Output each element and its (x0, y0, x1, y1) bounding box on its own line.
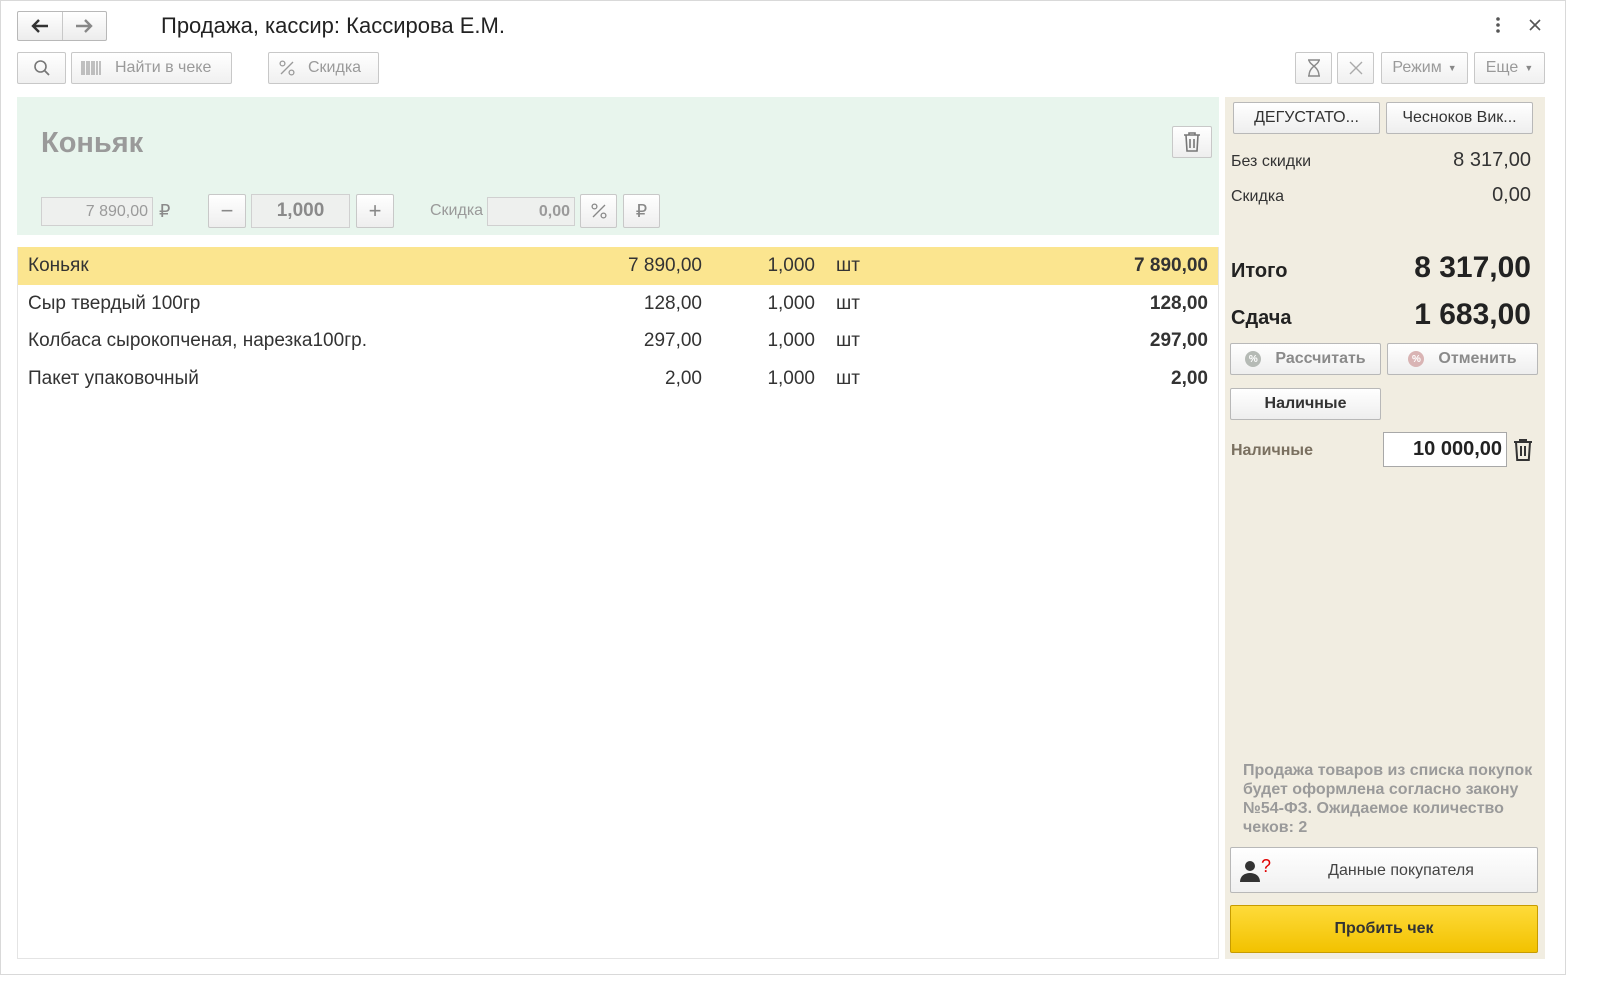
item-price: 128,00 (643, 292, 702, 314)
chevron-down-icon: ▼ (1447, 63, 1457, 73)
item-sum: 7 890,00 (1134, 255, 1208, 276)
item-name: Колбаса сырокопченая, нарезка100гр. (28, 330, 367, 351)
forward-button[interactable] (61, 12, 107, 40)
arrow-right-icon (76, 19, 93, 33)
item-unit: шт (836, 292, 860, 314)
currency-label: ₽ (159, 201, 171, 221)
percent-icon (279, 60, 295, 76)
calculate-button[interactable]: % Рассчитать (1230, 343, 1381, 375)
more-vertical-icon[interactable] (1488, 15, 1508, 35)
item-name: Сыр твердый 100гр (28, 292, 201, 314)
item-name: Коньяк (28, 255, 89, 276)
product-name: Коньяк (41, 127, 144, 159)
calculate-label: Рассчитать (1275, 350, 1366, 367)
change-row: Сдача 1 683,00 (1231, 298, 1531, 332)
find-in-check-button[interactable]: Найти в чеке (71, 52, 232, 84)
table-row[interactable]: Коньяк 7 890,00 1,000 шт 7 890,00 (18, 247, 1218, 285)
deferred-check-button[interactable] (1295, 52, 1332, 84)
close-icon (1349, 61, 1362, 75)
print-check-button[interactable]: Пробить чек (1230, 905, 1538, 953)
table-row[interactable]: Сыр твердый 100гр 128,00 1,000 шт 128,00 (18, 285, 1218, 323)
cancel-check-button[interactable] (1337, 52, 1374, 84)
table-row[interactable]: Пакет упаковочный 2,00 1,000 шт 2,00 (18, 360, 1218, 398)
buyer-data-label: Данные покупателя (1328, 862, 1474, 879)
cancel-label: Отменить (1438, 350, 1517, 367)
item-sum: 128,00 (1149, 292, 1208, 314)
hourglass-icon (1307, 59, 1320, 77)
item-name: Пакет упаковочный (28, 367, 199, 389)
buyer-data-button[interactable]: ? Данные покупателя (1230, 847, 1538, 893)
delete-item-button[interactable] (1172, 126, 1212, 158)
barcode-icon (81, 61, 101, 75)
tasting-button[interactable]: ДЕГУСТАТО... (1233, 102, 1380, 134)
more-dropdown[interactable]: Еще ▼ (1474, 52, 1545, 84)
item-price: 2,00 (665, 367, 702, 389)
item-quantity: 1,000 (767, 367, 815, 389)
check-items-table: Коньяк 7 890,00 1,000 шт 7 890,00 Сыр тв… (17, 247, 1219, 959)
item-sum: 297,00 (1149, 330, 1208, 351)
discount-row: Скидка 0,00 (1231, 184, 1531, 207)
item-quantity: 1,000 (767, 330, 815, 351)
item-unit: шт (836, 255, 860, 276)
close-icon[interactable] (1525, 15, 1545, 35)
search-icon (33, 60, 50, 76)
find-in-check-label: Найти в чеке (115, 59, 212, 76)
trash-icon[interactable] (1512, 438, 1534, 467)
without-discount-value: 8 317,00 (1453, 149, 1531, 171)
discount-label: Скидка (308, 59, 362, 76)
item-discount-field[interactable]: 0,00 (487, 197, 575, 226)
percent-circle-icon: % (1408, 351, 1425, 367)
window-title: Продажа, кассир: Кассирова Е.М. (161, 13, 505, 38)
quantity-field[interactable]: 1,000 (251, 194, 350, 228)
discount-amount-button[interactable]: ₽ (623, 194, 660, 228)
customer-card-button[interactable]: Чесноков Вик... (1386, 102, 1533, 134)
total-label: Итого (1231, 260, 1288, 282)
total-value: 8 317,00 (1414, 251, 1531, 284)
percent-icon (590, 203, 607, 219)
table-row[interactable]: Колбаса сырокопченая, нарезка100гр. 297,… (18, 322, 1218, 360)
sale-window: Продажа, кассир: Кассирова Е.М. Найти в … (0, 0, 1566, 975)
cash-amount-field[interactable]: 10 000,00 (1383, 432, 1507, 467)
change-value: 1 683,00 (1414, 298, 1531, 331)
item-quantity: 1,000 (767, 292, 815, 314)
cash-label: Наличные (1231, 442, 1313, 459)
navigation-group (17, 11, 107, 41)
discount-total-value: 0,00 (1492, 184, 1531, 206)
percent-circle-icon: % (1245, 351, 1262, 367)
chevron-down-icon: ▼ (1524, 63, 1534, 73)
item-unit: шт (836, 367, 860, 389)
mode-label: Режим (1392, 59, 1442, 76)
change-label: Сдача (1231, 307, 1292, 329)
discount-button[interactable]: Скидка (268, 52, 379, 84)
total-row: Итого 8 317,00 (1231, 251, 1531, 285)
arrow-left-icon (31, 19, 48, 33)
discount-total-label: Скидка (1231, 188, 1285, 205)
item-price: 7 890,00 (628, 255, 702, 276)
quantity-minus-button[interactable]: − (208, 194, 246, 228)
payment-panel: ДЕГУСТАТО... Чесноков Вик... Без скидки … (1225, 97, 1545, 959)
item-sum: 2,00 (1171, 367, 1208, 389)
item-unit: шт (836, 330, 860, 351)
cancel-discount-button[interactable]: % Отменить (1387, 343, 1538, 375)
product-price-field[interactable]: 7 890,00 (41, 197, 153, 226)
without-discount-row: Без скидки 8 317,00 (1231, 149, 1531, 172)
item-discount-label: Скидка (430, 202, 484, 219)
discount-percent-button[interactable] (580, 194, 617, 228)
more-label: Еще (1485, 59, 1519, 76)
mode-dropdown[interactable]: Режим ▼ (1381, 52, 1468, 84)
back-button[interactable] (18, 12, 62, 40)
item-price: 297,00 (643, 330, 702, 351)
fiscal-law-note: Продажа товаров из списка покупок будет … (1243, 762, 1533, 836)
search-button[interactable] (17, 52, 66, 84)
item-quantity: 1,000 (767, 255, 815, 276)
cash-payment-button[interactable]: Наличные (1230, 388, 1381, 420)
quantity-plus-button[interactable]: + (356, 194, 394, 228)
without-discount-label: Без скидки (1231, 153, 1312, 170)
current-product-panel: Коньяк 7 890,00 ₽ − 1,000 + Скидка 0,00 … (17, 97, 1219, 235)
trash-icon (1184, 132, 1200, 152)
